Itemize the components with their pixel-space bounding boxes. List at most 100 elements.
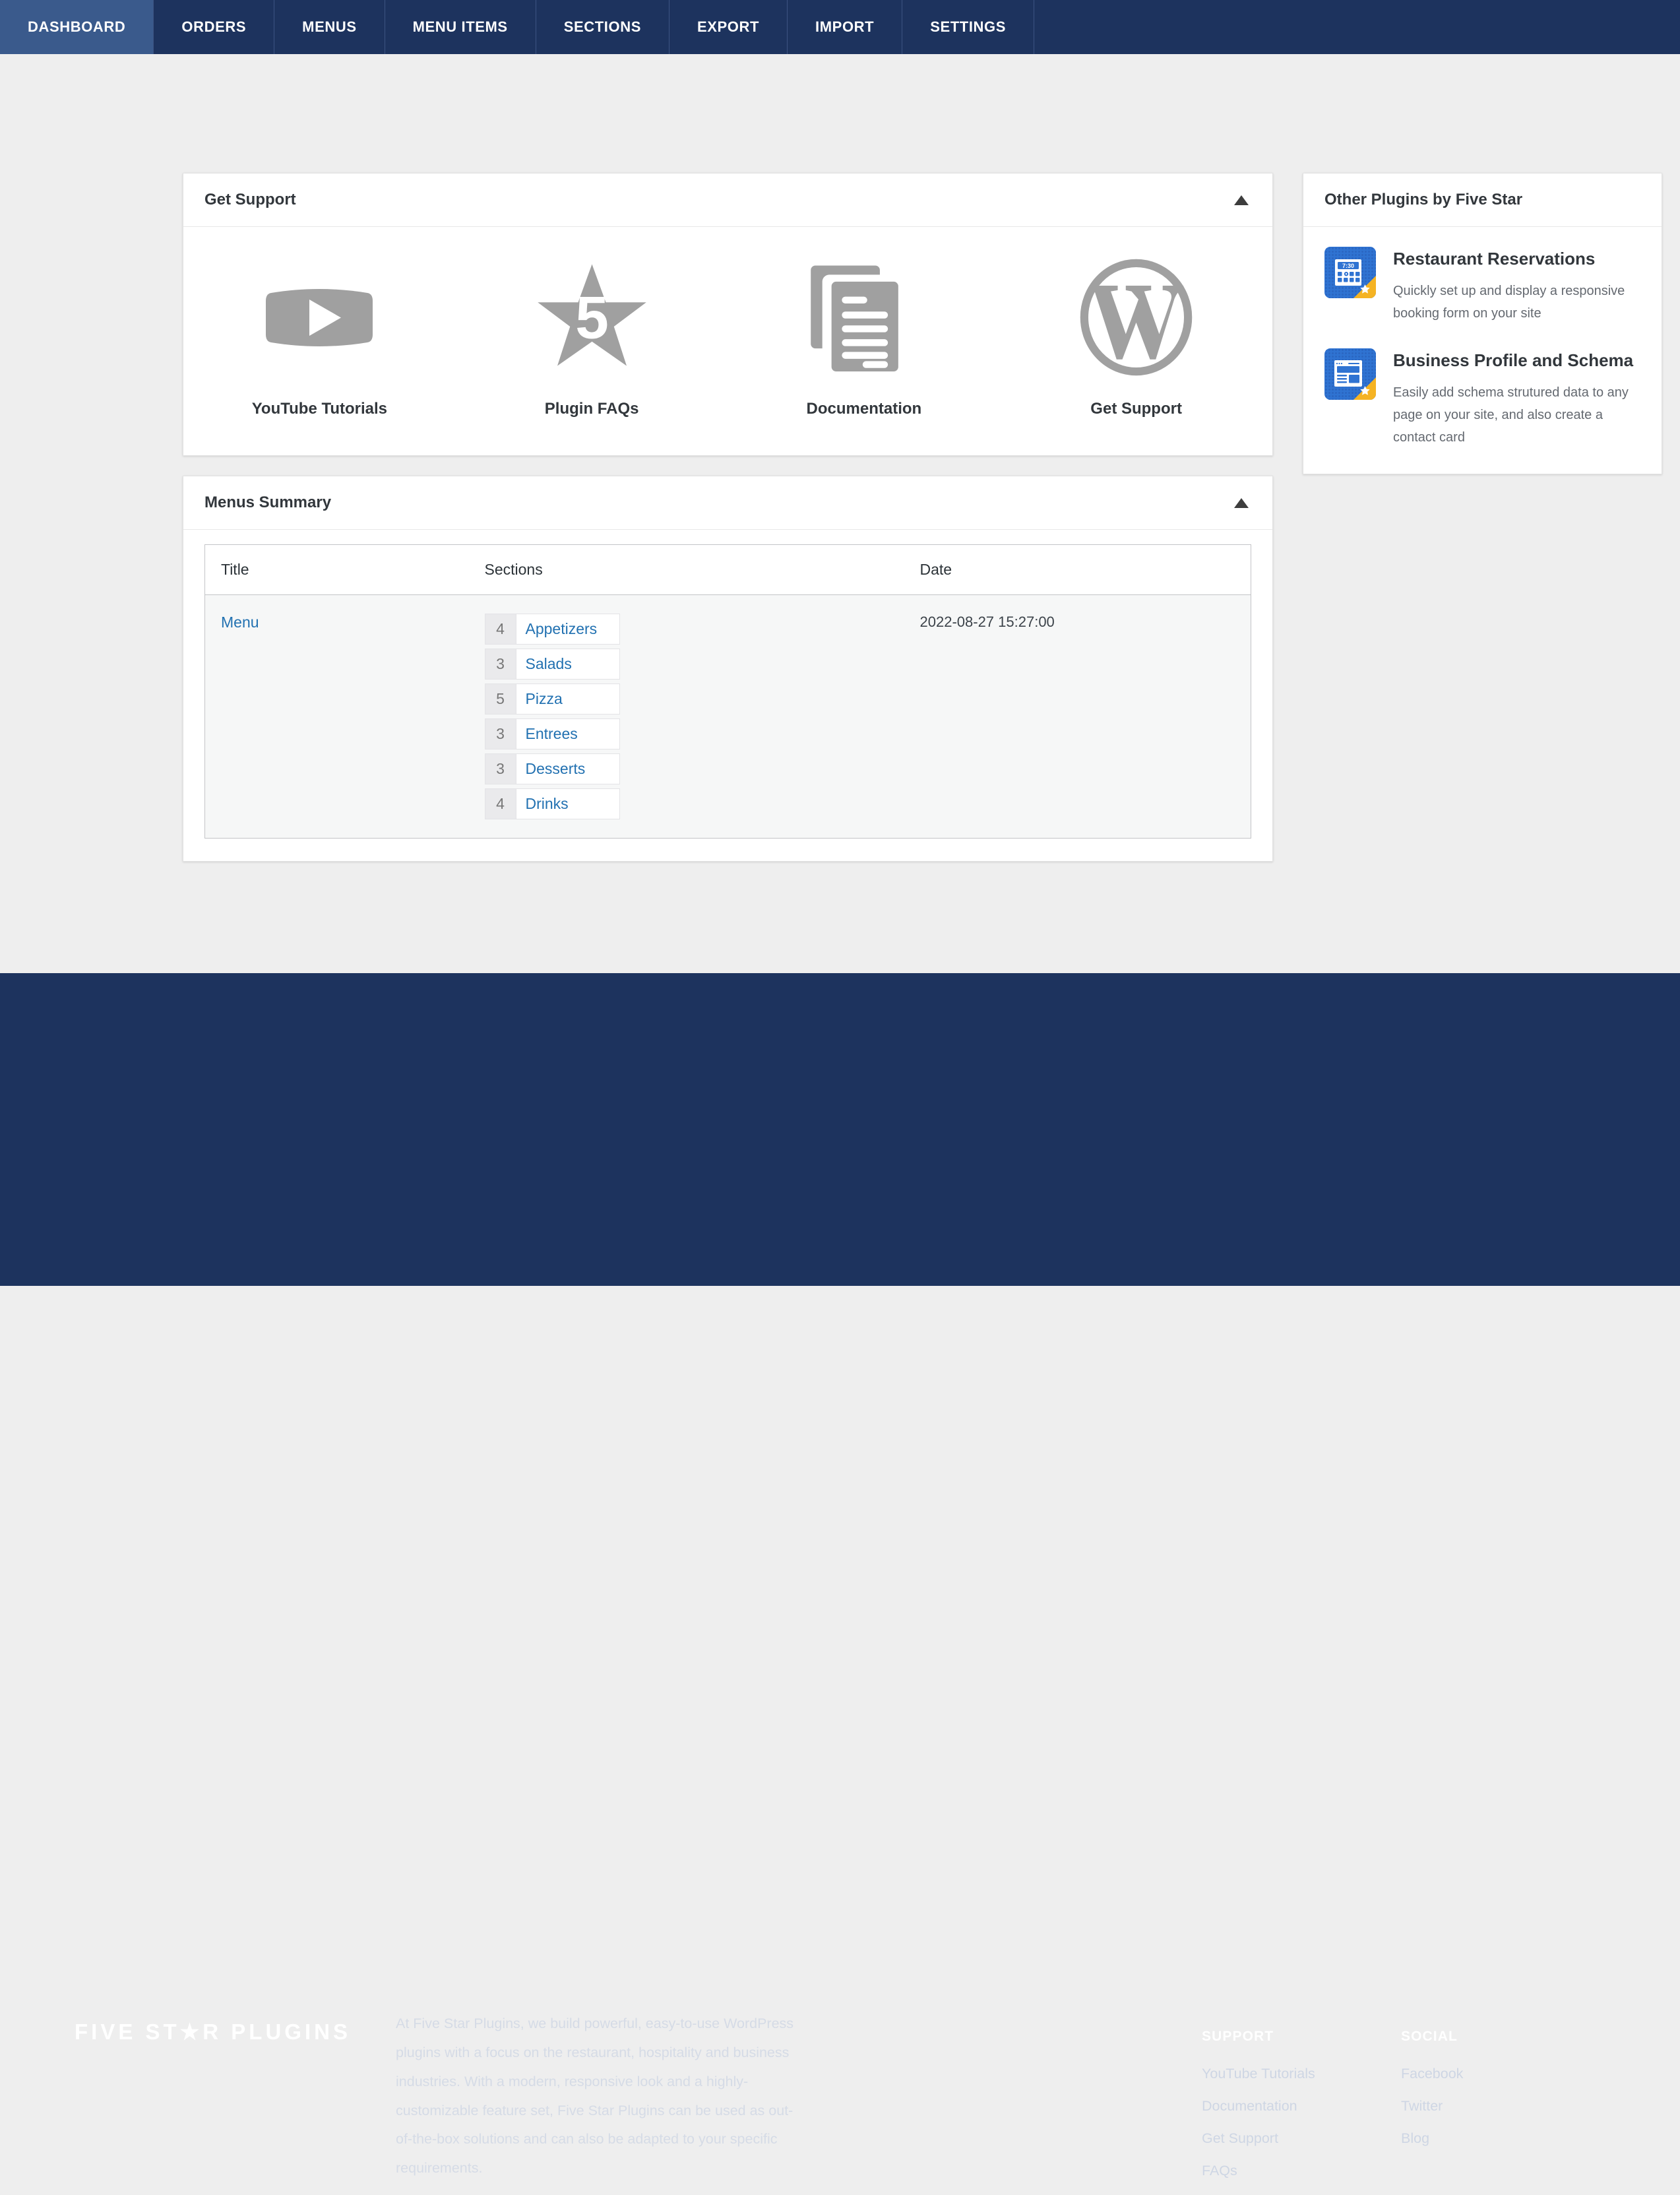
section-link-appetizers[interactable]: Appetizers <box>516 614 620 645</box>
plugin-name-link[interactable]: Restaurant Reservations <box>1393 248 1640 270</box>
other-plugins-panel-header: Other Plugins by Five Star <box>1303 174 1662 227</box>
reservation-time-label: 7:30 <box>1342 263 1354 269</box>
nav-tab-label: ORDERS <box>181 18 247 35</box>
list-item: 4 Appetizers <box>484 614 620 645</box>
wordpress-icon <box>1078 255 1194 380</box>
nav-tab-export[interactable]: EXPORT <box>669 0 788 54</box>
menus-summary-table-wrap: Title Sections Date Menu 4 Appetizers 3 … <box>183 530 1272 861</box>
support-link-documentation[interactable]: Documentation <box>728 255 1001 418</box>
triangle-up-icon[interactable] <box>1234 195 1249 205</box>
menu-title-link[interactable]: Menu <box>221 614 259 631</box>
nav-tab-dashboard[interactable]: DASHBOARD <box>0 0 154 54</box>
menus-summary-panel-header: Menus Summary <box>183 476 1272 530</box>
star-icon: ★ <box>179 2020 203 2044</box>
section-link-salads[interactable]: Salads <box>516 649 620 680</box>
support-link-youtube-tutorials[interactable]: YouTube Tutorials <box>183 255 456 418</box>
footer-column-heading: SUPPORT <box>1202 2029 1274 2044</box>
triangle-up-icon[interactable] <box>1234 497 1249 508</box>
business-profile-icon <box>1324 348 1376 449</box>
side-column: Other Plugins by Five Star 7:30 Restaura… <box>1303 173 1662 494</box>
footer-link-facebook[interactable]: Facebook <box>1401 2066 1463 2082</box>
main-column: Get Support YouTube Tutorials 5 Plugin F… <box>183 173 1273 881</box>
list-item: 5 Pizza <box>484 684 620 715</box>
section-count-badge: 4 <box>484 614 516 645</box>
get-support-panel-header: Get Support <box>183 174 1272 227</box>
get-support-panel: Get Support YouTube Tutorials 5 Plugin F… <box>183 173 1273 456</box>
nav-tab-label: IMPORT <box>815 18 875 35</box>
footer-about-text: At Five Star Plugins, we build powerful,… <box>396 2016 794 2177</box>
section-count-badge: 5 <box>484 684 516 715</box>
plugin-name-link[interactable]: Business Profile and Schema <box>1393 350 1640 372</box>
nav-tab-menu-items[interactable]: MENU ITEMS <box>385 0 536 54</box>
nav-tab-menus[interactable]: MENUS <box>274 0 385 54</box>
section-count-badge: 4 <box>484 788 516 819</box>
column-header-title: Title <box>204 544 469 595</box>
footer-link-blog[interactable]: Blog <box>1401 2130 1463 2147</box>
nav-tab-label: EXPORT <box>697 18 760 35</box>
nav-tab-settings[interactable]: SETTINGS <box>902 0 1035 54</box>
panel-title: Other Plugins by Five Star <box>1324 191 1523 208</box>
cell-date: 2022-08-27 15:27:00 <box>919 614 1055 630</box>
footer-link-get-support[interactable]: Get Support <box>1202 2130 1315 2147</box>
section-list: 4 Appetizers 3 Salads 5 Pizza 3 Entrees … <box>484 614 888 819</box>
list-item: 3 Entrees <box>484 718 620 749</box>
support-links-grid: YouTube Tutorials 5 Plugin FAQs Document… <box>183 227 1272 455</box>
other-plugins-panel: Other Plugins by Five Star 7:30 Restaura… <box>1303 173 1662 474</box>
footer-column-support: SUPPORT YouTube Tutorials Documentation … <box>1202 2029 1315 2195</box>
footer-link-youtube-tutorials[interactable]: YouTube Tutorials <box>1202 2066 1315 2082</box>
section-link-drinks[interactable]: Drinks <box>516 788 620 819</box>
menus-summary-table: Title Sections Date Menu 4 Appetizers 3 … <box>204 544 1251 839</box>
nav-tab-label: MENUS <box>302 18 357 35</box>
support-link-get-support[interactable]: Get Support <box>1000 255 1272 418</box>
primary-nav: DASHBOARD ORDERS MENUS MENU ITEMS SECTIO… <box>0 0 1680 54</box>
section-count-badge: 3 <box>484 649 516 680</box>
nav-tab-import[interactable]: IMPORT <box>788 0 903 54</box>
logo-text-before: FIVE ST <box>75 2020 180 2044</box>
column-header-sections: Sections <box>468 544 904 595</box>
footer-column-social: SOCIAL Facebook Twitter Blog <box>1401 2029 1463 2163</box>
support-link-label: Plugin FAQs <box>544 400 639 418</box>
cell-title: Menu <box>205 595 469 839</box>
list-item: 4 Drinks <box>484 788 620 819</box>
five-star-icon: 5 <box>534 255 650 380</box>
footer-link-twitter[interactable]: Twitter <box>1401 2098 1463 2115</box>
plugin-card-business-profile[interactable]: Business Profile and Schema Easily add s… <box>1324 348 1640 449</box>
nav-tab-sections[interactable]: SECTIONS <box>536 0 669 54</box>
logo-text: FIVE ST★R PLUGINS <box>75 2019 351 2045</box>
svg-text:5: 5 <box>575 285 609 352</box>
documents-icon <box>806 255 921 380</box>
page-content: Get Support YouTube Tutorials 5 Plugin F… <box>0 54 1680 973</box>
footer-link-documentation[interactable]: Documentation <box>1202 2098 1315 2115</box>
section-link-desserts[interactable]: Desserts <box>516 753 620 784</box>
nav-tab-orders[interactable]: ORDERS <box>154 0 275 54</box>
nav-tab-label: SECTIONS <box>563 18 641 35</box>
plugin-description: Easily add schema strutured data to any … <box>1393 385 1629 445</box>
five-star-plugins-logo: FIVE ST★R PLUGINS <box>75 2019 351 2045</box>
nav-tab-label: SETTINGS <box>930 18 1007 35</box>
footer-link-faqs[interactable]: FAQs <box>1202 2163 1315 2179</box>
menus-summary-panel: Menus Summary Title Sections Date Menu 4… <box>183 476 1273 862</box>
support-link-label: Get Support <box>1090 400 1182 418</box>
section-link-pizza[interactable]: Pizza <box>516 684 620 715</box>
support-link-label: Documentation <box>806 400 922 418</box>
table-row: Menu 4 Appetizers 3 Salads 5 Pizza 3 Ent… <box>205 595 1251 839</box>
list-item: 3 Desserts <box>484 753 620 784</box>
reservation-clock-icon: 7:30 <box>1324 247 1376 325</box>
nav-tab-label: DASHBOARD <box>28 18 126 35</box>
section-count-badge: 3 <box>484 753 516 784</box>
section-link-entrees[interactable]: Entrees <box>516 718 620 749</box>
site-footer: FIVE ST★R PLUGINS At Five Star Plugins, … <box>0 973 1680 2179</box>
nav-tab-label: MENU ITEMS <box>412 18 508 35</box>
support-link-plugin-faqs[interactable]: 5 Plugin FAQs <box>456 255 728 418</box>
panel-title: Get Support <box>204 191 296 208</box>
logo-text-after: R PLUGINS <box>202 2020 351 2044</box>
plugin-description: Quickly set up and display a responsive … <box>1393 283 1625 321</box>
cell-sections: 4 Appetizers 3 Salads 5 Pizza 3 Entrees … <box>469 595 904 839</box>
footer-column-heading: SOCIAL <box>1401 2029 1458 2044</box>
section-count-badge: 3 <box>484 718 516 749</box>
panel-title: Menus Summary <box>204 493 332 511</box>
youtube-play-icon <box>263 255 375 380</box>
plugin-card-restaurant-reservations[interactable]: 7:30 Restaurant Reservations Quickly set… <box>1324 247 1640 325</box>
table-header-row: Title Sections Date <box>204 544 1251 595</box>
